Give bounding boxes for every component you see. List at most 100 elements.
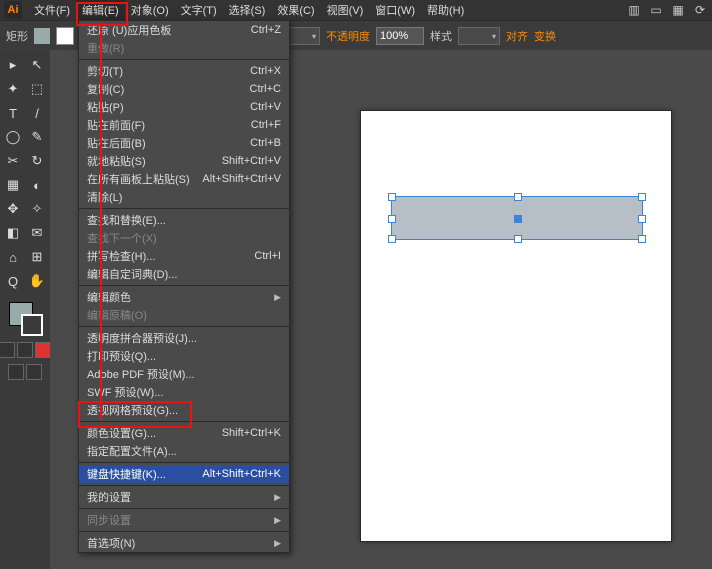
tool-19[interactable]: ✋ bbox=[26, 270, 48, 292]
style-dropdown[interactable]: ▾ bbox=[458, 27, 500, 45]
menu-item-26[interactable]: 颜色设置(G)... Shift+Ctrl+K bbox=[79, 424, 289, 442]
tool-8[interactable]: ✂ bbox=[2, 150, 24, 172]
menu-item-label: 清除(L) bbox=[87, 189, 122, 205]
screen-mode-icon[interactable] bbox=[8, 364, 24, 380]
menu-item-label: 首选项(N) bbox=[87, 535, 135, 551]
menu-item-29[interactable]: 键盘快捷键(K)...Alt+Shift+Ctrl+K bbox=[79, 465, 289, 483]
arrange-icon[interactable]: ▦ bbox=[670, 2, 686, 18]
menu-item-shortcut: Alt+Shift+Ctrl+V bbox=[202, 173, 281, 185]
layout-icon[interactable]: ▥ bbox=[626, 2, 642, 18]
handle-top-right[interactable] bbox=[638, 193, 646, 201]
menu-item-22[interactable]: Adobe PDF 预设(M)... bbox=[79, 365, 289, 383]
menu-separator bbox=[79, 508, 289, 509]
tool-11[interactable]: ◐ bbox=[26, 174, 48, 196]
fill-stroke-control[interactable] bbox=[7, 300, 43, 336]
none-mode-icon[interactable] bbox=[35, 342, 51, 358]
menu-编辑[interactable]: 编辑(E) bbox=[76, 0, 125, 20]
tool-6[interactable]: ◯ bbox=[2, 126, 24, 148]
submenu-arrow-icon: ▶ bbox=[274, 538, 281, 549]
menu-item-14[interactable]: 拼写检查(H)...Ctrl+I bbox=[79, 247, 289, 265]
tool-1[interactable]: ↖ bbox=[26, 54, 48, 76]
menu-item-shortcut: Ctrl+F bbox=[251, 119, 281, 131]
menu-item-label: 键盘快捷键(K)... bbox=[87, 466, 166, 482]
opacity-field[interactable]: 100% bbox=[376, 27, 424, 45]
menu-separator bbox=[79, 462, 289, 463]
tool-13[interactable]: ✧ bbox=[26, 198, 48, 220]
menu-item-12[interactable]: 查找和替换(E)... bbox=[79, 211, 289, 229]
stroke-swatch[interactable] bbox=[56, 27, 74, 45]
menu-item-15[interactable]: 编辑自定词典(D)... bbox=[79, 265, 289, 283]
menu-文字[interactable]: 文字(T) bbox=[175, 0, 223, 20]
menu-item-label: 拼写检查(H)... bbox=[87, 248, 155, 264]
menu-帮助[interactable]: 帮助(H) bbox=[421, 0, 470, 20]
screen-mode-2-icon[interactable] bbox=[26, 364, 42, 380]
menu-item-label: 贴在后面(B) bbox=[87, 135, 146, 151]
menubar-right-icons: ▥ ▭ ▦ ⟳ bbox=[626, 2, 708, 18]
handle-right[interactable] bbox=[638, 215, 646, 223]
handle-left[interactable] bbox=[388, 215, 396, 223]
menu-item-3[interactable]: 剪切(T)Ctrl+X bbox=[79, 62, 289, 80]
tool-7[interactable]: ✎ bbox=[26, 126, 48, 148]
tool-17[interactable]: ⊞ bbox=[26, 246, 48, 268]
tool-16[interactable]: ⌂ bbox=[2, 246, 24, 268]
menu-item-35[interactable]: 首选项(N) ▶ bbox=[79, 534, 289, 552]
menu-item-label: SWF 预设(W)... bbox=[87, 384, 163, 400]
tool-0[interactable]: ▸ bbox=[2, 54, 24, 76]
menu-item-27[interactable]: 指定配置文件(A)... bbox=[79, 442, 289, 460]
menu-item-label: 颜色设置(G)... bbox=[87, 425, 156, 441]
menu-item-21[interactable]: 打印预设(Q)... bbox=[79, 347, 289, 365]
handle-top[interactable] bbox=[514, 193, 522, 201]
menu-item-10[interactable]: 清除(L) bbox=[79, 188, 289, 206]
menu-item-label: Adobe PDF 预设(M)... bbox=[87, 366, 195, 382]
menu-item-23[interactable]: SWF 预设(W)... bbox=[79, 383, 289, 401]
tool-2[interactable]: ✦ bbox=[2, 78, 24, 100]
gradient-mode-icon[interactable] bbox=[17, 342, 33, 358]
menu-视图[interactable]: 视图(V) bbox=[321, 0, 370, 20]
menu-item-17[interactable]: 编辑颜色▶ bbox=[79, 288, 289, 306]
tool-12[interactable]: ✥ bbox=[2, 198, 24, 220]
stroke-color-icon[interactable] bbox=[21, 314, 43, 336]
menu-item-7[interactable]: 贴在后面(B)Ctrl+B bbox=[79, 134, 289, 152]
menu-item-0[interactable]: 还原 (U)应用色板Ctrl+Z bbox=[79, 21, 289, 39]
tool-9[interactable]: ↻ bbox=[26, 150, 48, 172]
menu-item-label: 复制(C) bbox=[87, 81, 124, 97]
tool-3[interactable]: ⬚ bbox=[26, 78, 48, 100]
menu-separator bbox=[79, 531, 289, 532]
selected-rectangle[interactable] bbox=[391, 196, 643, 240]
tool-10[interactable]: ▦ bbox=[2, 174, 24, 196]
handle-bottom-left[interactable] bbox=[388, 235, 396, 243]
color-mode-icon[interactable] bbox=[0, 342, 15, 358]
menu-选择[interactable]: 选择(S) bbox=[223, 0, 272, 20]
tool-4[interactable]: T bbox=[2, 102, 24, 124]
handle-center[interactable] bbox=[514, 215, 522, 223]
handle-top-left[interactable] bbox=[388, 193, 396, 201]
tool-14[interactable]: ◧ bbox=[2, 222, 24, 244]
tool-15[interactable]: ✉ bbox=[26, 222, 48, 244]
sync-icon[interactable]: ⟳ bbox=[692, 2, 708, 18]
menu-对象[interactable]: 对象(O) bbox=[125, 0, 175, 20]
menu-item-4[interactable]: 复制(C)Ctrl+C bbox=[79, 80, 289, 98]
menu-item-5[interactable]: 粘贴(P)Ctrl+V bbox=[79, 98, 289, 116]
menu-item-31[interactable]: 我的设置▶ bbox=[79, 488, 289, 506]
fill-swatch[interactable] bbox=[34, 28, 50, 44]
menu-窗口[interactable]: 窗口(W) bbox=[369, 0, 421, 20]
menu-item-9[interactable]: 在所有画板上粘贴(S)Alt+Shift+Ctrl+V bbox=[79, 170, 289, 188]
menu-item-shortcut: Shift+Ctrl+K bbox=[222, 427, 281, 439]
menu-item-20[interactable]: 透明度拼合器预设(J)... bbox=[79, 329, 289, 347]
tool-18[interactable]: Q bbox=[2, 270, 24, 292]
menu-item-label: 剪切(T) bbox=[87, 63, 123, 79]
menu-item-label: 重做(R) bbox=[87, 40, 124, 56]
menu-item-8[interactable]: 就地粘贴(S)Shift+Ctrl+V bbox=[79, 152, 289, 170]
menu-item-6[interactable]: 贴在前面(F)Ctrl+F bbox=[79, 116, 289, 134]
align-label[interactable]: 对齐 bbox=[506, 28, 528, 44]
artboard[interactable] bbox=[360, 110, 672, 542]
menu-效果[interactable]: 效果(C) bbox=[271, 0, 320, 20]
menu-item-shortcut: Shift+Ctrl+V bbox=[222, 155, 281, 167]
bridge-icon[interactable]: ▭ bbox=[648, 2, 664, 18]
transform-label[interactable]: 变换 bbox=[534, 28, 556, 44]
handle-bottom[interactable] bbox=[514, 235, 522, 243]
menu-item-24[interactable]: 透视网格预设(G)... bbox=[79, 401, 289, 419]
menu-文件[interactable]: 文件(F) bbox=[28, 0, 76, 20]
tool-5[interactable]: / bbox=[26, 102, 48, 124]
handle-bottom-right[interactable] bbox=[638, 235, 646, 243]
